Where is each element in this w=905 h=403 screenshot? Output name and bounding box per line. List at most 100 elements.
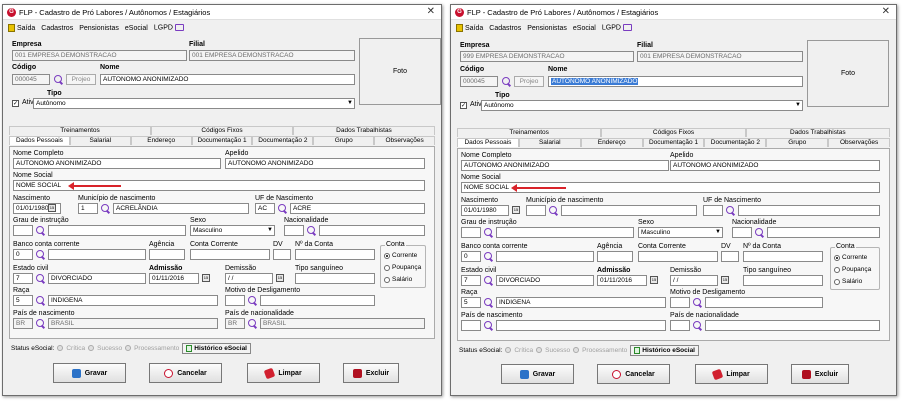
search-icon[interactable] bbox=[484, 321, 493, 330]
search-icon[interactable] bbox=[248, 319, 257, 328]
search-icon[interactable] bbox=[307, 226, 316, 235]
motivo-field[interactable] bbox=[260, 295, 375, 306]
tab-endereco[interactable]: Endereço bbox=[580, 138, 643, 147]
demissao-field[interactable]: / / bbox=[225, 273, 273, 284]
uf-code-field[interactable]: AC bbox=[255, 203, 275, 214]
limpar-button[interactable]: Limpar bbox=[695, 364, 768, 384]
pais-nac-code-field[interactable] bbox=[670, 320, 690, 331]
radio-salario[interactable]: Salário bbox=[384, 276, 412, 283]
search-icon[interactable] bbox=[54, 75, 63, 84]
search-icon[interactable] bbox=[484, 298, 493, 307]
municipio-code-field[interactable]: 1 bbox=[78, 203, 98, 214]
nome-completo-field[interactable]: AUTONOMO ANONIMIZADO bbox=[13, 158, 221, 169]
pais-nac-code-field[interactable]: BR bbox=[225, 318, 245, 329]
tab-treinamentos[interactable]: Treinamentos bbox=[9, 126, 151, 135]
tab-documentacao-2[interactable]: Documentação 2 bbox=[252, 136, 314, 145]
menu-cadastros[interactable]: Cadastros bbox=[489, 25, 521, 32]
nacionalidade-code-field[interactable] bbox=[284, 225, 304, 236]
raca-code-field[interactable]: 5 bbox=[13, 295, 33, 306]
menu-lgpd[interactable]: LGPD bbox=[154, 24, 184, 32]
limpar-button[interactable]: Limpar bbox=[247, 363, 320, 383]
cancelar-button[interactable]: Cancelar bbox=[149, 363, 222, 383]
calendar-icon[interactable]: 15 bbox=[276, 274, 284, 282]
radio-poupanca[interactable]: Poupança bbox=[384, 264, 421, 271]
search-icon[interactable] bbox=[484, 276, 493, 285]
calendar-icon[interactable]: 15 bbox=[202, 274, 210, 282]
radio-corrente[interactable]: Corrente bbox=[384, 252, 417, 259]
municipio-field[interactable]: ACRELÂNDIA bbox=[113, 203, 249, 214]
menu-esocial[interactable]: eSocial bbox=[573, 25, 596, 32]
uf-field[interactable] bbox=[738, 205, 880, 216]
tab-salarial[interactable]: Salarial bbox=[518, 138, 581, 147]
nascimento-field[interactable]: 01/01/1980 bbox=[461, 205, 509, 216]
apelido-field[interactable]: AUTONOMO ANONIMIZADO bbox=[225, 158, 425, 169]
radio-poupanca[interactable]: Poupança bbox=[834, 266, 871, 273]
tab-dados-trabalhistas[interactable]: Dados Trabalhistas bbox=[293, 126, 435, 135]
search-icon[interactable] bbox=[549, 206, 558, 215]
tab-dados-pessoais[interactable]: Dados Pessoais bbox=[457, 138, 519, 147]
ativo-checkbox[interactable]: ✓ bbox=[460, 102, 467, 109]
apelido-field[interactable]: AUTONOMO ANONIMIZADO bbox=[670, 160, 880, 171]
grau-code-field[interactable] bbox=[13, 225, 33, 236]
estado-civil-field[interactable]: DIVORCIADO bbox=[48, 273, 146, 284]
agencia-field[interactable] bbox=[149, 249, 185, 260]
pais-nac-field[interactable] bbox=[705, 320, 880, 331]
tipo-select[interactable]: Autônomo bbox=[481, 100, 803, 111]
grau-field[interactable] bbox=[496, 227, 634, 238]
calendar-icon[interactable]: 15 bbox=[721, 276, 729, 284]
menu-lgpd[interactable]: LGPD bbox=[602, 24, 632, 32]
agencia-field[interactable] bbox=[597, 251, 633, 262]
municipio-field[interactable] bbox=[561, 205, 697, 216]
calendar-icon[interactable]: 15 bbox=[650, 276, 658, 284]
dv-field[interactable] bbox=[721, 251, 739, 262]
uf-field[interactable]: ACRE bbox=[290, 203, 425, 214]
municipio-code-field[interactable] bbox=[526, 205, 546, 216]
ativo-checkbox[interactable]: ✓ bbox=[12, 100, 19, 107]
projeo-button[interactable]: Projeo bbox=[66, 74, 96, 85]
search-icon[interactable] bbox=[36, 319, 45, 328]
sexo-select[interactable]: Masculino bbox=[190, 225, 275, 236]
estado-civil-code-field[interactable]: 7 bbox=[13, 273, 33, 284]
tab-salarial[interactable]: Salarial bbox=[69, 136, 131, 145]
search-icon[interactable] bbox=[484, 252, 493, 261]
admissao-field[interactable]: 01/11/2016 bbox=[149, 273, 199, 284]
search-icon[interactable] bbox=[36, 296, 45, 305]
search-icon[interactable] bbox=[278, 204, 287, 213]
search-icon[interactable] bbox=[248, 296, 257, 305]
tab-codigos-fixos[interactable]: Códigos Fixos bbox=[601, 128, 746, 137]
search-icon[interactable] bbox=[36, 226, 45, 235]
banco-code-field[interactable]: 0 bbox=[13, 249, 33, 260]
historico-esocial-button[interactable]: Histórico eSocial bbox=[182, 342, 251, 354]
pais-nasc-code-field[interactable]: BR bbox=[13, 318, 33, 329]
uf-code-field[interactable] bbox=[703, 205, 723, 216]
tipo-select[interactable]: Autônomo bbox=[33, 98, 355, 109]
pais-nasc-field[interactable] bbox=[496, 320, 666, 331]
tab-codigos-fixos[interactable]: Códigos Fixos bbox=[151, 126, 293, 135]
close-icon[interactable]: ✕ bbox=[882, 6, 890, 17]
n-conta-field[interactable] bbox=[295, 249, 375, 260]
grau-field[interactable] bbox=[48, 225, 186, 236]
tipo-sang-field[interactable] bbox=[743, 275, 823, 286]
tab-treinamentos[interactable]: Treinamentos bbox=[457, 128, 602, 137]
tab-documentacao-2[interactable]: Documentação 2 bbox=[704, 138, 767, 147]
nacionalidade-field[interactable] bbox=[319, 225, 425, 236]
search-icon[interactable] bbox=[755, 228, 764, 237]
search-icon[interactable] bbox=[693, 321, 702, 330]
excluir-button[interactable]: Excluir bbox=[791, 364, 849, 384]
dv-field[interactable] bbox=[273, 249, 291, 260]
radio-corrente[interactable]: Corrente bbox=[834, 254, 867, 261]
radio-salario[interactable]: Salário bbox=[834, 278, 862, 285]
estado-civil-code-field[interactable]: 7 bbox=[461, 275, 481, 286]
motivo-code-field[interactable] bbox=[670, 297, 690, 308]
demissao-field[interactable]: / / bbox=[670, 275, 718, 286]
nome-completo-field[interactable]: AUTONOMO ANONIMIZADO bbox=[461, 160, 669, 171]
tab-documentacao-1[interactable]: Documentação 1 bbox=[191, 136, 253, 145]
codigo-field[interactable]: 000045 bbox=[12, 74, 50, 85]
motivo-code-field[interactable] bbox=[225, 295, 245, 306]
admissao-field[interactable]: 01/11/2016 bbox=[597, 275, 647, 286]
menu-cadastros[interactable]: Cadastros bbox=[41, 25, 73, 32]
tab-documentacao-1[interactable]: Documentação 1 bbox=[642, 138, 705, 147]
banco-field[interactable] bbox=[496, 251, 594, 262]
calendar-icon[interactable]: 15 bbox=[48, 204, 56, 212]
tab-grupo[interactable]: Grupo bbox=[313, 136, 375, 145]
